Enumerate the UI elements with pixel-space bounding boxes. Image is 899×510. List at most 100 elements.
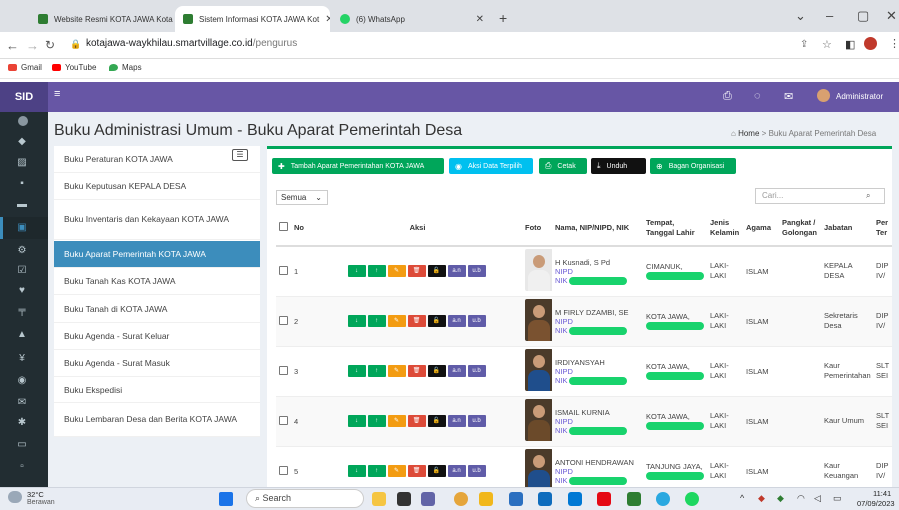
menu-item[interactable]: Buku Ekspedisi xyxy=(54,377,260,403)
select-all-checkbox[interactable] xyxy=(279,222,288,231)
menu-item[interactable]: Buku Peraturan KOTA JAWA xyxy=(54,146,260,173)
app-icon[interactable] xyxy=(627,492,641,506)
back-icon[interactable]: ← xyxy=(6,38,19,53)
row-action-button[interactable]: ↓ xyxy=(347,365,366,377)
browser-tab[interactable]: (6) WhatsApp ✕ xyxy=(332,6,492,32)
url-field[interactable]: kotajawa-waykhilau.smartvillage.co.id/pe… xyxy=(86,38,297,49)
file-explorer-icon[interactable] xyxy=(372,492,386,506)
row-action-button[interactable]: ✎ xyxy=(387,365,406,377)
row-action-button[interactable]: 🗑 xyxy=(407,265,426,278)
table-row[interactable]: 3 ↓ ↑ ✎ 🗑 🔓 a.n u.b IRDIYANSYAH NIPD NIK KOTA JAWA,… xyxy=(276,346,892,397)
row-action-button[interactable]: u.b xyxy=(467,465,486,477)
folder-icon[interactable] xyxy=(479,492,493,506)
clock-time[interactable]: 11:41 xyxy=(873,489,891,498)
windows-start-icon[interactable] xyxy=(219,492,233,506)
row-action-button[interactable]: a.n xyxy=(447,365,466,377)
row-action-button[interactable]: ↓ xyxy=(347,265,366,278)
row-action-button[interactable]: ✎ xyxy=(387,315,406,327)
weather-text[interactable]: Berawan xyxy=(27,499,55,506)
row-action-button[interactable]: 🗑 xyxy=(407,415,426,427)
tray-app-icon[interactable]: ◆ xyxy=(758,493,765,504)
taskbar-search[interactable]: ⌕ Search xyxy=(246,489,364,508)
row-checkbox[interactable] xyxy=(279,365,288,375)
row-action-button[interactable]: ↑ xyxy=(367,265,386,278)
row-action-button[interactable]: u.b xyxy=(467,415,486,427)
menu-item[interactable]: Buku Lembaran Desa dan Berita KOTA JAWA xyxy=(54,403,260,437)
sidebar-globe-icon[interactable]: ◉ xyxy=(16,376,28,386)
sidebar-book-icon[interactable]: ▣ xyxy=(16,223,28,233)
sidebar-settings-icon[interactable]: ⚙ xyxy=(16,246,28,256)
sidebar-home-icon[interactable]: ◆ xyxy=(16,137,28,147)
sidebar-tools-icon[interactable]: ╤ xyxy=(16,306,28,316)
sidebar-gear-icon[interactable]: ✱ xyxy=(16,418,28,428)
tab-search-icon[interactable]: ⌄ xyxy=(795,8,806,24)
app-icon[interactable] xyxy=(397,492,411,506)
row-action-button[interactable]: u.b xyxy=(467,265,486,278)
row-action-button[interactable]: 🗑 xyxy=(407,465,426,477)
bookmark-gmail[interactable]: Gmail xyxy=(8,63,42,72)
chat-icon[interactable]: ◌ xyxy=(754,90,761,102)
bookmark-maps[interactable]: Maps xyxy=(109,63,142,72)
app-logo[interactable]: SID xyxy=(0,82,48,112)
sidebar-lock-icon[interactable]: ▫ xyxy=(16,462,28,472)
tray-app-icon[interactable]: ◆ xyxy=(777,493,784,504)
breadcrumb-home[interactable]: Home xyxy=(738,129,759,138)
row-action-button[interactable]: 🔓 xyxy=(427,265,446,278)
chat-app-icon[interactable] xyxy=(421,492,435,506)
header-gender[interactable]: Jenis Kelamin xyxy=(707,210,743,247)
official-photo[interactable] xyxy=(525,299,552,341)
mail-app-icon[interactable] xyxy=(538,492,552,506)
user-name[interactable]: Administrator xyxy=(836,92,883,101)
row-action-button[interactable]: 🔓 xyxy=(427,465,446,477)
edge-icon[interactable] xyxy=(656,492,670,506)
row-action-button[interactable]: a.n xyxy=(447,315,466,327)
spotify-icon[interactable] xyxy=(685,492,699,506)
tray-chevron-icon[interactable]: ^ xyxy=(740,493,744,503)
menu-item[interactable]: Buku Keputusan KEPALA DESA xyxy=(54,173,260,200)
chrome-icon[interactable] xyxy=(454,492,468,506)
print-button[interactable]: ⎙ Cetak xyxy=(539,158,587,174)
org-chart-button[interactable]: ⊕ Bagan Organisasi xyxy=(650,158,736,174)
sidebar-check-icon[interactable]: ☑ xyxy=(16,266,28,276)
header-rank[interactable]: Pangkat / Golongan xyxy=(779,210,821,247)
row-action-button[interactable]: ✎ xyxy=(387,265,406,278)
row-action-button[interactable]: u.b xyxy=(467,365,486,377)
menu-item[interactable]: Buku Agenda - Surat Keluar xyxy=(54,323,260,350)
official-photo[interactable] xyxy=(525,249,552,292)
header-no[interactable]: No xyxy=(291,210,313,247)
sidebar-avatar[interactable] xyxy=(18,116,28,126)
row-action-button[interactable]: 🔓 xyxy=(427,415,446,427)
menu-item[interactable]: Buku Tanah Kas KOTA JAWA xyxy=(54,268,260,295)
close-tab-icon[interactable]: ✕ xyxy=(319,14,330,25)
sidebar-monitor-icon[interactable]: ▭ xyxy=(16,440,28,450)
print-icon[interactable]: ⎙ xyxy=(723,90,732,103)
table-row[interactable]: 1 ↓ ↑ ✎ 🗑 🔓 a.n u.b H Kusnadi, S Pd NIPD NIK CIMANU… xyxy=(276,246,892,297)
bookmark-youtube[interactable]: YouTube xyxy=(52,63,96,72)
filter-select[interactable]: Semua ⌄ xyxy=(276,190,328,205)
battery-icon[interactable]: ▭ xyxy=(833,493,842,504)
row-action-button[interactable]: a.n xyxy=(447,265,466,278)
mail-icon[interactable]: ✉ xyxy=(784,90,793,103)
maximize-icon[interactable]: ▢ xyxy=(857,8,869,24)
menu-item[interactable]: Buku Agenda - Surat Masuk xyxy=(54,350,260,377)
add-official-button[interactable]: ✚ Tambah Aparat Pemerintahan KOTA JAWA xyxy=(272,158,444,174)
share-icon[interactable]: ⇪ xyxy=(800,39,808,50)
row-checkbox[interactable] xyxy=(279,465,288,475)
netflix-icon[interactable] xyxy=(597,492,611,506)
row-action-button[interactable]: 🗑 xyxy=(407,315,426,327)
more-menu-icon[interactable]: ⋮ xyxy=(889,37,899,50)
new-tab-icon[interactable]: + xyxy=(499,10,507,26)
row-action-button[interactable]: ✎ xyxy=(387,465,406,477)
volume-icon[interactable]: ◁ xyxy=(814,493,821,504)
row-action-button[interactable]: 🔓 xyxy=(427,365,446,377)
store-icon[interactable] xyxy=(568,492,582,506)
row-action-button[interactable]: ✎ xyxy=(387,415,406,427)
row-action-button[interactable]: ↓ xyxy=(347,415,366,427)
sidebar-cart-icon[interactable]: ¥ xyxy=(16,354,28,364)
header-position[interactable]: Jabatan xyxy=(821,210,873,247)
user-avatar[interactable] xyxy=(817,89,830,102)
hamburger-menu-icon[interactable]: ≡ xyxy=(54,88,60,100)
clock-date[interactable]: 07/09/2023 xyxy=(857,499,895,508)
official-photo[interactable] xyxy=(525,399,552,441)
row-checkbox[interactable] xyxy=(279,315,288,325)
